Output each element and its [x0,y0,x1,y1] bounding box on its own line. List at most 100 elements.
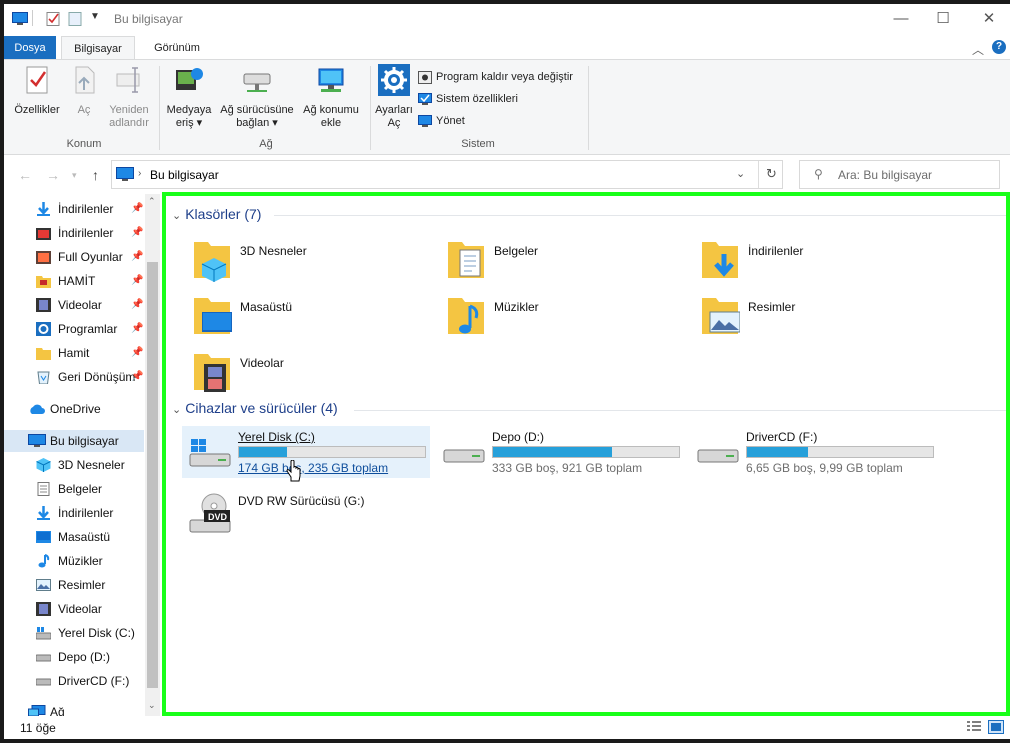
open-button[interactable]: Aç [66,64,102,117]
manage-button[interactable]: Yönet [418,112,465,130]
media-access-button[interactable]: Medyaya eriş ▾ [164,64,214,130]
breadcrumb-chevron-icon[interactable]: › [138,168,141,179]
forward-arrow-icon[interactable]: → [46,167,60,183]
search-box[interactable]: ⚲ Ara: Bu bilgisayar [799,160,1000,189]
scroll-up-icon[interactable]: ⌃ [148,196,156,207]
system-properties-button[interactable]: Sistem özellikleri [418,90,518,108]
new-folder-icon[interactable] [68,12,84,26]
tab-file[interactable]: Dosya [4,36,56,60]
nav-item-onedrive[interactable]: OneDrive [4,398,144,420]
collapse-ribbon-icon[interactable]: ︿ [972,41,984,58]
nav-item-drivercd-f[interactable]: DriverCD (F:) [4,670,144,692]
open-settings-button[interactable]: Ayarları Aç [374,64,414,130]
group-separator [588,66,589,150]
nav-item-pictures[interactable]: Resimler [4,574,144,596]
nav-item-recycle-bin[interactable]: Geri Dönüşüm 📌 [4,366,144,388]
details-view-icon[interactable] [966,720,982,734]
nav-item-videos-quick[interactable]: Videolar 📌 [4,294,144,316]
computer-icon [28,434,46,447]
pin-icon[interactable]: 📌 [131,222,143,244]
folder-documents[interactable]: Belgeler [440,236,680,288]
large-icons-view-icon[interactable] [988,720,1004,734]
search-input[interactable]: Ara: Bu bilgisayar [838,168,932,182]
nav-item-hamit-upper[interactable]: HAMİT 📌 [4,270,144,292]
properties-check-icon[interactable] [46,12,62,26]
drive-name: DriverCD (F:) [746,430,818,444]
nav-item-local-disk-c[interactable]: Yerel Disk (C:) [4,622,144,644]
search-icon: ⚲ [814,167,823,181]
drive-local-disk-c[interactable]: Yerel Disk (C:) 174 GB boş, 235 GB topla… [182,426,430,482]
nav-item-documents[interactable]: Belgeler [4,478,144,500]
drive-dvd-g[interactable]: DVD DVD RW Sürücüsü (G:) [182,490,430,542]
nav-label: HAMİT [58,274,96,288]
group-label-konum: Konum [66,138,102,150]
nav-item-videos[interactable]: Videolar [4,598,144,620]
tab-computer[interactable]: Bilgisayar [61,36,135,60]
add-label-1: Ağ konumu [303,104,359,116]
folder-desktop[interactable]: Masaüstü [186,292,426,344]
folder-music[interactable]: Müzikler [440,292,680,344]
pin-icon[interactable]: 📌 [131,198,143,220]
pin-icon[interactable]: 📌 [131,318,143,340]
scroll-down-icon[interactable]: ⌄ [148,700,156,711]
folder-videos[interactable]: Videolar [186,348,426,400]
close-button[interactable]: ✕ [966,4,1010,34]
pin-icon[interactable]: 📌 [131,342,143,364]
folder-downloads[interactable]: İndirilenler [694,236,934,288]
address-dropdown-icon[interactable]: ⌄ [736,167,745,180]
add-network-location-button[interactable]: Ağ konumu ekle [298,64,364,130]
up-arrow-icon[interactable]: ↑ [92,167,99,183]
rename-button[interactable]: Yeniden adlandır [104,64,154,130]
nav-item-this-pc[interactable]: Bu bilgisayar [4,430,144,452]
nav-label: Bu bilgisayar [50,434,119,448]
nav-item-3d-objects[interactable]: 3D Nesneler [4,454,144,476]
folder-label: Resimler [748,300,796,314]
nav-item-downloads-2[interactable]: İndirilenler 📌 [4,222,144,244]
back-arrow-icon[interactable]: ← [18,167,32,183]
add-label-2: ekle [320,117,342,129]
collapse-chevron-icon[interactable]: ⌄ [172,210,181,222]
properties-button[interactable]: Özellikler [10,64,64,117]
collapse-chevron-icon[interactable]: ⌄ [172,404,181,416]
download-arrow-icon [37,506,50,520]
nav-item-full-games[interactable]: Full Oyunlar 📌 [4,246,144,268]
nav-scrollbar[interactable]: ⌃ ⌄ [145,194,160,716]
uninstall-program-button[interactable]: Program kaldır veya değiştir [418,68,573,86]
music-folder-icon [448,298,484,334]
folders-section-header[interactable]: ⌄ Klasörler (7) [172,206,261,222]
nav-item-programs[interactable]: Programlar 📌 [4,318,144,340]
help-icon[interactable]: ? [992,40,1006,54]
pin-icon[interactable]: 📌 [131,246,143,268]
nav-item-downloads[interactable]: İndirilenler 📌 [4,198,144,220]
nav-item-music[interactable]: Müzikler [4,550,144,572]
breadcrumb[interactable]: Bu bilgisayar [150,168,219,182]
nav-label: Programlar [58,322,118,336]
maximize-button[interactable]: ☐ [920,4,966,34]
recent-dropdown-icon[interactable]: ▾ [72,170,77,181]
nav-label: Videolar [58,602,102,616]
section-divider [354,410,1006,411]
manage-icon [418,114,432,127]
drive-depo-d[interactable]: Depo (D:) 333 GB boş, 921 GB toplam [436,426,684,478]
address-bar[interactable]: › Bu bilgisayar ⌄ ↻ [111,160,783,189]
refresh-icon[interactable]: ↻ [766,166,777,182]
nav-item-depo-d[interactable]: Depo (D:) [4,646,144,668]
pin-icon[interactable]: 📌 [131,270,143,292]
nav-item-hamit[interactable]: Hamit 📌 [4,342,144,364]
pin-icon[interactable]: 📌 [131,366,143,388]
nav-item-downloads-pc[interactable]: İndirilenler [4,502,144,524]
scrollbar-thumb[interactable] [147,262,158,688]
devices-section-header[interactable]: ⌄ Cihazlar ve sürücüler (4) [172,400,338,416]
computer-icon [12,12,28,25]
drive-usage-fill [493,447,613,457]
folder-label: Videolar [240,356,284,370]
nav-item-desktop[interactable]: Masaüstü [4,526,144,548]
map-network-drive-button[interactable]: Ağ sürücüsüne bağlan ▾ [216,64,298,130]
pin-icon[interactable]: 📌 [131,294,143,316]
tab-view[interactable]: Görünüm [142,36,212,60]
minimize-button[interactable]: — [878,4,924,34]
folder-3d-objects[interactable]: 3D Nesneler [186,236,426,288]
drive-drivercd-f[interactable]: DriverCD (F:) 6,65 GB boş, 9,99 GB topla… [690,426,938,478]
qat-dropdown-icon[interactable]: ▼ [90,11,100,22]
folder-pictures[interactable]: Resimler [694,292,934,344]
